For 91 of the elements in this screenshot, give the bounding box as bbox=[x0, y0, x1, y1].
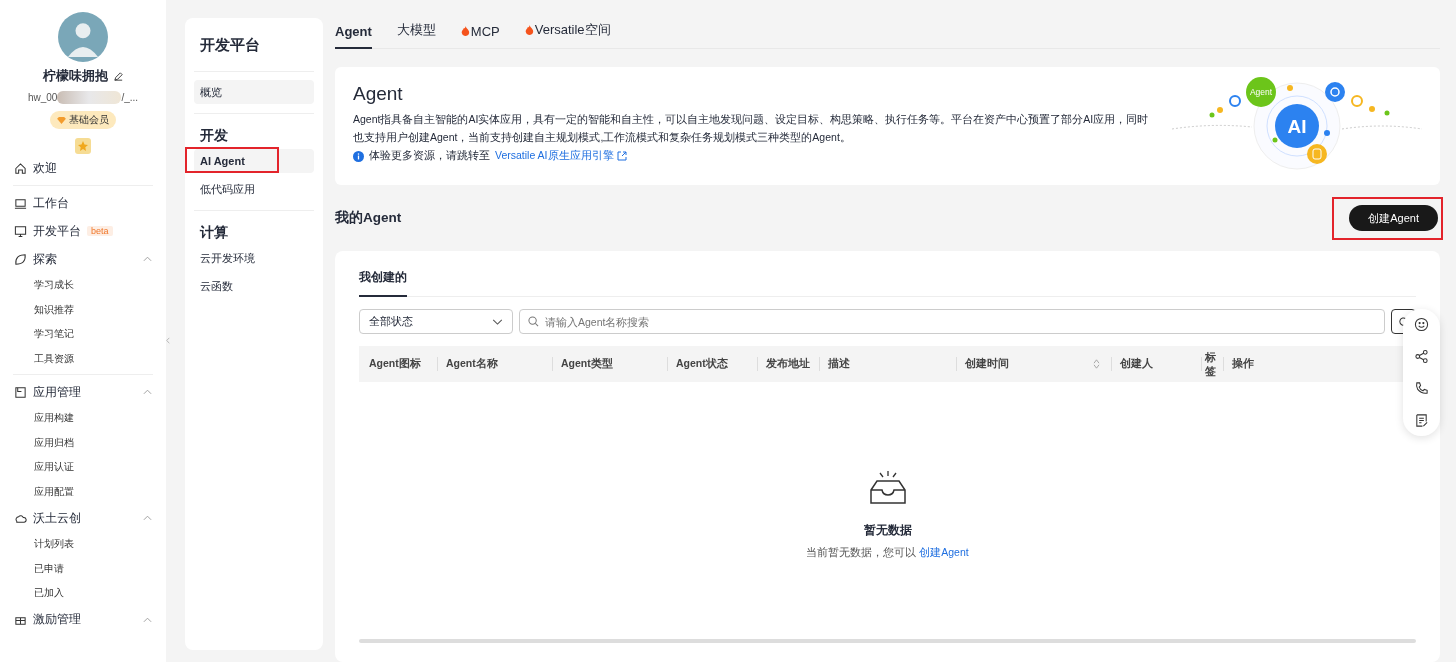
star-badge-icon bbox=[75, 138, 91, 154]
monitor-icon bbox=[14, 224, 27, 238]
user-id: hw_00 bbox=[27, 92, 58, 103]
sort-icon[interactable] bbox=[1093, 359, 1100, 369]
chevron-down-icon bbox=[492, 318, 503, 325]
scrollbar[interactable] bbox=[359, 639, 1416, 643]
nav-subitem[interactable]: 应用构建 bbox=[0, 406, 166, 431]
phone-icon[interactable] bbox=[1414, 381, 1429, 396]
nav-subitem[interactable]: 应用配置 bbox=[0, 479, 166, 504]
collapse-handle-icon[interactable] bbox=[166, 336, 170, 344]
group-title: 开发 bbox=[199, 126, 229, 145]
note-icon[interactable] bbox=[1414, 413, 1429, 428]
tab[interactable]: MCP bbox=[460, 24, 500, 49]
nav-subitem[interactable]: 应用认证 bbox=[0, 455, 166, 480]
nav-label: 欢迎 bbox=[33, 160, 57, 176]
tip-text: 体验更多资源，请跳转至 bbox=[369, 149, 490, 163]
chevron-icon[interactable] bbox=[143, 515, 152, 521]
subnav-item[interactable]: 云函数 bbox=[194, 274, 314, 298]
panel-title: 开发平台 bbox=[194, 36, 314, 72]
nav-subitem[interactable]: 知识推荐 bbox=[0, 297, 166, 322]
tab[interactable]: Versatile空间 bbox=[524, 21, 611, 49]
nav-item[interactable]: 探索 bbox=[0, 245, 166, 273]
nav-label: 沃土云创 bbox=[33, 510, 81, 526]
nav-subitem[interactable]: 已加入 bbox=[0, 581, 166, 606]
tab[interactable]: 大模型 bbox=[396, 21, 436, 49]
nav-subitem[interactable]: 学习笔记 bbox=[0, 322, 166, 347]
tab[interactable]: Agent bbox=[335, 24, 372, 49]
nav-item[interactable]: 工作台 bbox=[0, 189, 166, 217]
column-header: Agent名称 bbox=[446, 357, 498, 371]
subnav-item[interactable]: 低代码应用 bbox=[194, 177, 314, 201]
nav-subitem[interactable]: 计划列表 bbox=[0, 532, 166, 557]
nav-item[interactable]: 欢迎 bbox=[0, 154, 166, 182]
ai-illustration-drawing: AI Agent bbox=[1172, 71, 1422, 181]
engine-link[interactable]: Versatile AI原生应用引擎 bbox=[495, 149, 627, 163]
beta-badge: beta bbox=[87, 226, 113, 236]
user-name: 柠檬味拥抱 bbox=[42, 67, 108, 85]
column-header: 描述 bbox=[828, 357, 850, 371]
avatar bbox=[58, 12, 108, 62]
nav-label: 应用管理 bbox=[33, 384, 81, 400]
empty-tray-icon bbox=[867, 470, 908, 506]
laptop-icon bbox=[14, 196, 27, 210]
column-header: 创建时间 bbox=[965, 357, 1009, 371]
create-agent-button[interactable]: 创建Agent bbox=[1349, 205, 1438, 231]
external-link-icon bbox=[616, 151, 627, 161]
home-icon bbox=[14, 161, 27, 175]
intro-title: Agent bbox=[353, 83, 404, 105]
column-header: Agent图标 bbox=[369, 357, 421, 371]
diamond-icon bbox=[57, 116, 66, 124]
column-header: 标签 bbox=[1205, 350, 1217, 378]
intro-description: Agent指具备自主智能的AI实体应用，具有一定的智能和自主性，可以自主地发现问题、设定目标、构思策略、执行任务等。平台在资产中心预置了部分AI应用，同时也支持用户创建Agent，当前支持创建自主规划模式,工作流模式和复杂任务规划模式三种类型的Agent。 bbox=[353, 112, 1150, 145]
nav-subitem[interactable]: 已申请 bbox=[0, 556, 166, 581]
nav-item[interactable]: 应用管理 bbox=[0, 378, 166, 406]
create-agent-link[interactable]: 创建Agent bbox=[919, 546, 969, 560]
subnav-item[interactable]: AI Agent bbox=[194, 149, 314, 173]
nav-label: 工作台 bbox=[33, 195, 69, 211]
column-header: 操作 bbox=[1232, 357, 1254, 371]
app-icon bbox=[14, 385, 27, 399]
nav-item[interactable]: 沃土云创 bbox=[0, 504, 166, 532]
info-icon bbox=[353, 150, 364, 162]
section-title: 我的Agent bbox=[335, 209, 402, 227]
search-icon bbox=[528, 316, 539, 327]
edit-icon[interactable] bbox=[112, 70, 124, 82]
nav-subitem[interactable]: 学习成长 bbox=[0, 273, 166, 298]
column-header: Agent类型 bbox=[561, 357, 613, 371]
nav-subitem[interactable]: 工具资源 bbox=[0, 346, 166, 371]
column-header: Agent状态 bbox=[676, 357, 728, 371]
column-header: 创建人 bbox=[1120, 357, 1153, 371]
subnav-item[interactable]: 概览 bbox=[194, 80, 314, 104]
nav-label: 探索 bbox=[33, 251, 57, 267]
nav-subitem[interactable]: 应用归档 bbox=[0, 430, 166, 455]
chevron-icon[interactable] bbox=[143, 616, 152, 623]
blurred-area bbox=[57, 91, 122, 104]
membership-label: 基础会员 bbox=[69, 113, 109, 127]
status-dropdown[interactable]: 全部状态 bbox=[359, 309, 513, 334]
tab[interactable]: 我创建的 bbox=[359, 269, 407, 297]
column-header: 发布地址 bbox=[766, 357, 810, 371]
smiley-icon[interactable] bbox=[1414, 317, 1429, 332]
subnav-item[interactable]: 云开发环境 bbox=[194, 246, 314, 270]
group-title: 计算 bbox=[198, 223, 229, 242]
share-icon[interactable] bbox=[1414, 349, 1429, 364]
user-id-end: /_... bbox=[121, 92, 139, 103]
nav-label: 激励管理 bbox=[33, 612, 81, 627]
nav-label: 开发平台 bbox=[33, 223, 81, 239]
leaf-icon bbox=[14, 252, 27, 266]
nav-item[interactable]: 激励管理 bbox=[0, 605, 166, 634]
empty-title: 暂无数据 bbox=[863, 522, 912, 539]
chevron-icon[interactable] bbox=[143, 256, 152, 262]
search-field[interactable]: 请输入Agent名称搜索 bbox=[519, 309, 1385, 334]
chevron-icon[interactable] bbox=[143, 389, 152, 395]
nav-item[interactable]: 开发平台 beta bbox=[0, 217, 166, 245]
empty-text: 当前暂无数据，您可以 bbox=[806, 546, 917, 558]
